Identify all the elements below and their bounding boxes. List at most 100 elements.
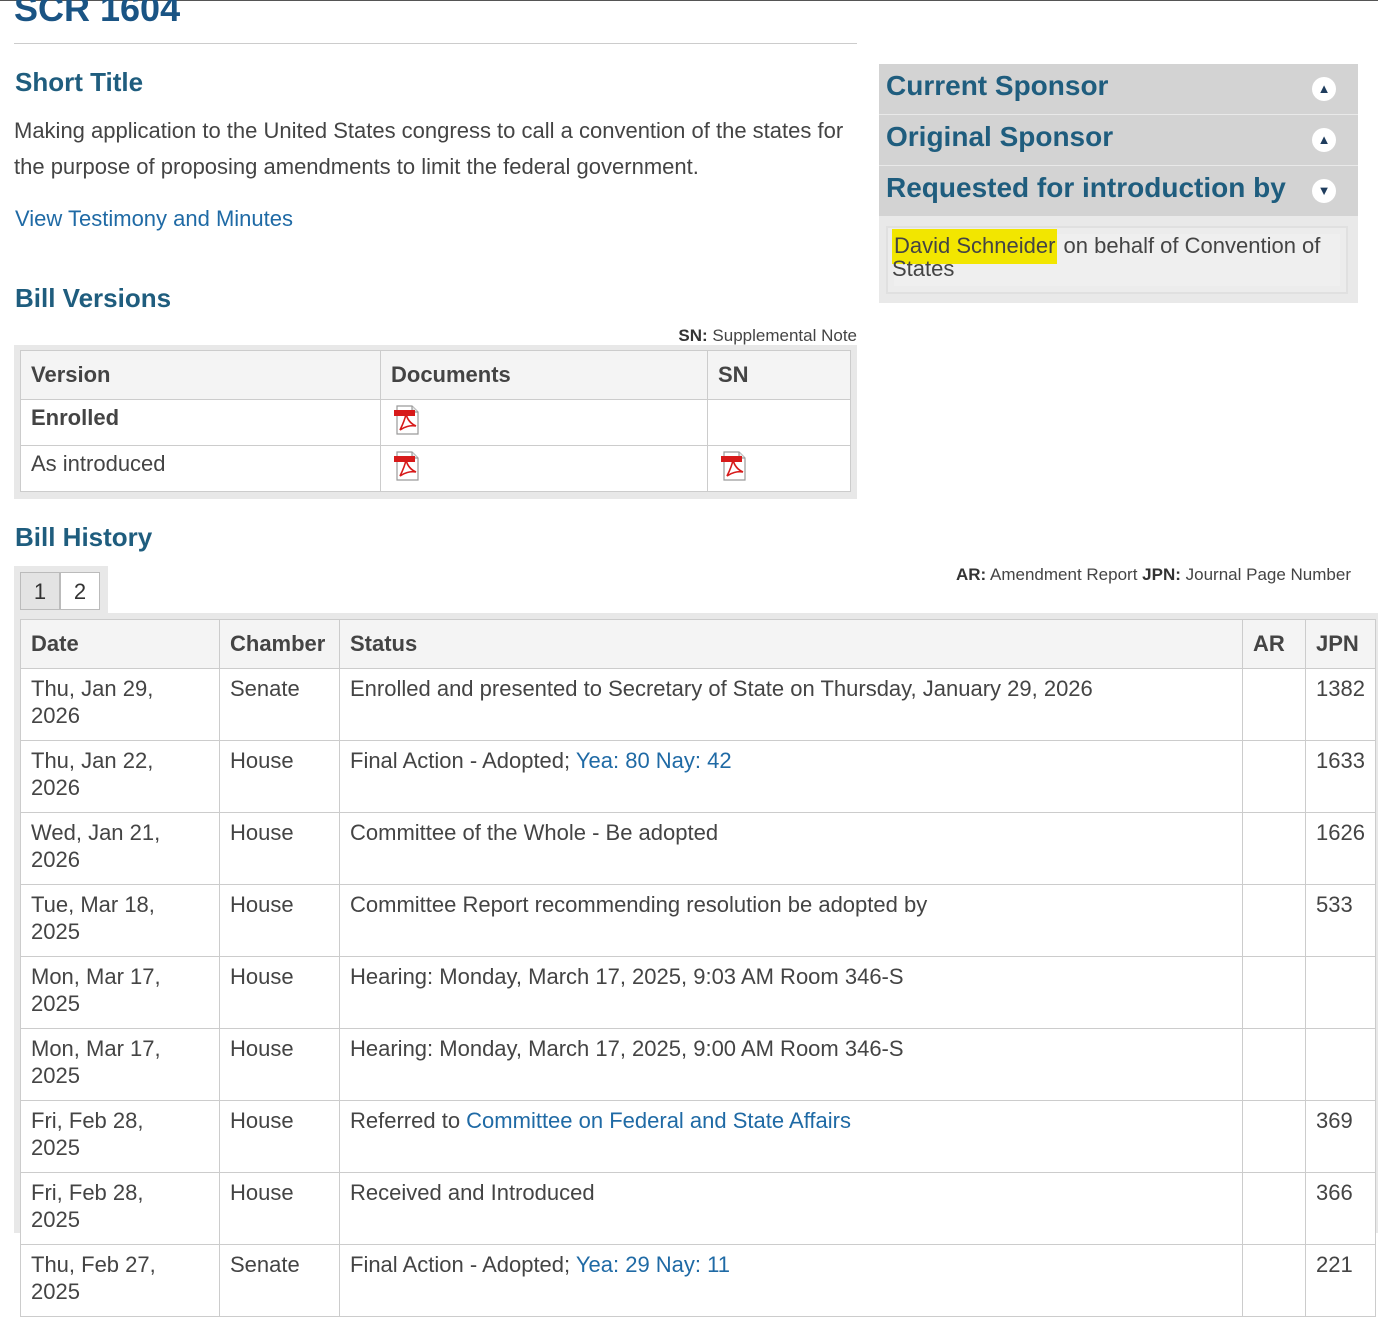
history-status: Hearing: Monday, March 17, 2025, 9:00 AM… [339, 1028, 1243, 1101]
jpn-legend-value: Journal Page Number [1185, 565, 1351, 584]
history-chamber: House [219, 884, 340, 957]
history-status-text: Hearing: Monday, March 17, 2025, 9:00 AM… [350, 1036, 904, 1061]
history-jpn: 369 [1305, 1100, 1376, 1173]
history-date: Mon, Mar 17, 2025 [20, 1028, 220, 1101]
history-chamber: House [219, 956, 340, 1029]
history-row: Mon, Mar 17, 2025 House Hearing: Monday, M… [20, 956, 1376, 1029]
history-row: Thu, Jan 29, 2026 Senate Enrolled and pres… [20, 668, 1376, 741]
view-testimony-link[interactable]: View Testimony and Minutes [15, 206, 293, 232]
history-status: Committee Report recommending resolution… [339, 884, 1243, 957]
current-sponsor-label: Current Sponsor [886, 70, 1109, 101]
history-status-text: Committee of the Whole - Be adopted [350, 820, 719, 845]
history-date: Thu, Feb 27, 2025 [20, 1244, 220, 1317]
history-ar [1242, 812, 1306, 885]
version-name: As introduced [20, 445, 381, 492]
history-status: Received and Introduced [339, 1172, 1243, 1245]
column-header-documents: Documents [380, 350, 708, 400]
history-jpn [1305, 1028, 1376, 1101]
history-date: Wed, Jan 21, 2026 [20, 812, 220, 885]
history-status: Final Action - Adopted; Yea: 29 Nay: 11 [339, 1244, 1243, 1317]
version-sn-cell [707, 399, 851, 446]
history-status: Enrolled and presented to Secretary of S… [339, 668, 1243, 741]
history-ar [1242, 740, 1306, 813]
column-header-ar: AR [1242, 619, 1306, 669]
pdf-file-icon[interactable] [391, 450, 423, 482]
chevron-up-icon[interactable]: ▲ [1312, 128, 1336, 152]
history-date: Fri, Feb 28, 2025 [20, 1172, 220, 1245]
ar-legend-key: AR: [956, 565, 987, 584]
history-ar [1242, 956, 1306, 1029]
history-ar [1242, 1028, 1306, 1101]
history-jpn [1305, 956, 1376, 1029]
pdf-file-icon[interactable] [718, 450, 750, 482]
history-chamber: House [219, 1028, 340, 1101]
history-row: Fri, Feb 28, 2025 House Referred to Commit… [20, 1100, 1376, 1173]
requested-by-toggle[interactable]: Requested for introduction by ▼ [879, 166, 1358, 216]
history-chamber: House [219, 1100, 340, 1173]
history-date: Fri, Feb 28, 2025 [20, 1100, 220, 1173]
bill-history-heading: Bill History [15, 522, 153, 552]
history-row: Tue, Mar 18, 2025 House Committee Report r… [20, 884, 1376, 957]
history-status-text: Hearing: Monday, March 17, 2025, 9:03 AM… [350, 964, 904, 989]
column-header-jpn: JPN [1305, 619, 1376, 669]
history-ar [1242, 1172, 1306, 1245]
current-sponsor-toggle[interactable]: Current Sponsor ▲ [879, 64, 1358, 114]
history-chamber: Senate [219, 1244, 340, 1317]
version-sn-cell [707, 445, 851, 492]
history-chamber: House [219, 1172, 340, 1245]
page-2-button[interactable]: 2 [60, 572, 100, 610]
history-status: Committee of the Whole - Be adopted [339, 812, 1243, 885]
history-jpn: 1633 [1305, 740, 1376, 813]
title-divider [14, 43, 857, 44]
bill-versions-table-container: Version Documents SN Enrolled As introduc… [14, 345, 857, 499]
sn-legend: SN: Supplemental Note [678, 326, 857, 346]
bill-history-table: Date Chamber Status AR JPN Thu, Jan 29, … [20, 619, 1376, 1317]
version-documents-cell [380, 445, 708, 492]
history-pager: 1 2 [14, 566, 108, 614]
history-jpn: 1382 [1305, 668, 1376, 741]
history-status-text: Received and Introduced [350, 1180, 595, 1205]
history-legend: AR: Amendment Report JPN: Journal Page N… [956, 565, 1351, 585]
history-ar [1242, 1100, 1306, 1173]
column-header-version: Version [20, 350, 381, 400]
column-header-date: Date [20, 619, 220, 669]
history-row: Wed, Jan 21, 2026 House Committee of the W… [20, 812, 1376, 885]
jpn-legend-key: JPN: [1142, 565, 1181, 584]
history-status-link[interactable]: Yea: 80 Nay: 42 [576, 748, 732, 773]
bill-history-table-container: Date Chamber Status AR JPN Thu, Jan 29, … [14, 613, 1378, 1317]
requested-by-text: David Schneider on behalf of Convention … [892, 229, 1332, 280]
history-row: Thu, Jan 22, 2026 House Final Action - Ado… [20, 740, 1376, 813]
history-chamber: House [219, 812, 340, 885]
version-documents-cell [380, 399, 708, 446]
version-name: Enrolled [20, 399, 381, 446]
history-status-text: Enrolled and presented to Secretary of S… [350, 676, 1093, 701]
history-status-link[interactable]: Committee on Federal and State Affairs [466, 1108, 851, 1133]
history-date: Tue, Mar 18, 2025 [20, 884, 220, 957]
history-chamber: Senate [219, 668, 340, 741]
sponsor-panel: Current Sponsor ▲ Original Sponsor ▲ Req… [879, 64, 1358, 303]
history-jpn: 533 [1305, 884, 1376, 957]
original-sponsor-toggle[interactable]: Original Sponsor ▲ [879, 115, 1358, 165]
history-jpn: 366 [1305, 1172, 1376, 1245]
sn-legend-value: Supplemental Note [712, 326, 857, 345]
column-header-status: Status [339, 619, 1243, 669]
short-title-heading: Short Title [15, 67, 144, 97]
page-1-button[interactable]: 1 [20, 572, 60, 610]
history-row: Fri, Feb 28, 2025 House Received and Intro… [20, 1172, 1376, 1245]
pdf-file-icon[interactable] [391, 404, 423, 436]
history-status-text: Final Action - Adopted; [350, 1252, 576, 1277]
original-sponsor-label: Original Sponsor [886, 121, 1114, 152]
bill-versions-table: Version Documents SN Enrolled As introduc… [20, 350, 851, 492]
bill-versions-heading: Bill Versions [15, 283, 172, 313]
history-status-text: Committee Report recommending resolution… [350, 892, 928, 917]
history-date: Thu, Jan 29, 2026 [20, 668, 220, 741]
ar-legend-value: Amendment Report [990, 565, 1138, 584]
chevron-up-icon[interactable]: ▲ [1312, 77, 1336, 101]
column-header-sn: SN [707, 350, 851, 400]
version-row: As introduced [20, 445, 851, 492]
history-status-link[interactable]: Yea: 29 Nay: 11 [576, 1252, 730, 1277]
chevron-down-icon[interactable]: ▼ [1312, 179, 1336, 203]
history-jpn: 221 [1305, 1244, 1376, 1317]
requested-by-label: Requested for introduction by [886, 172, 1286, 203]
history-row: Thu, Feb 27, 2025 Senate Final Action - Ad… [20, 1244, 1376, 1317]
